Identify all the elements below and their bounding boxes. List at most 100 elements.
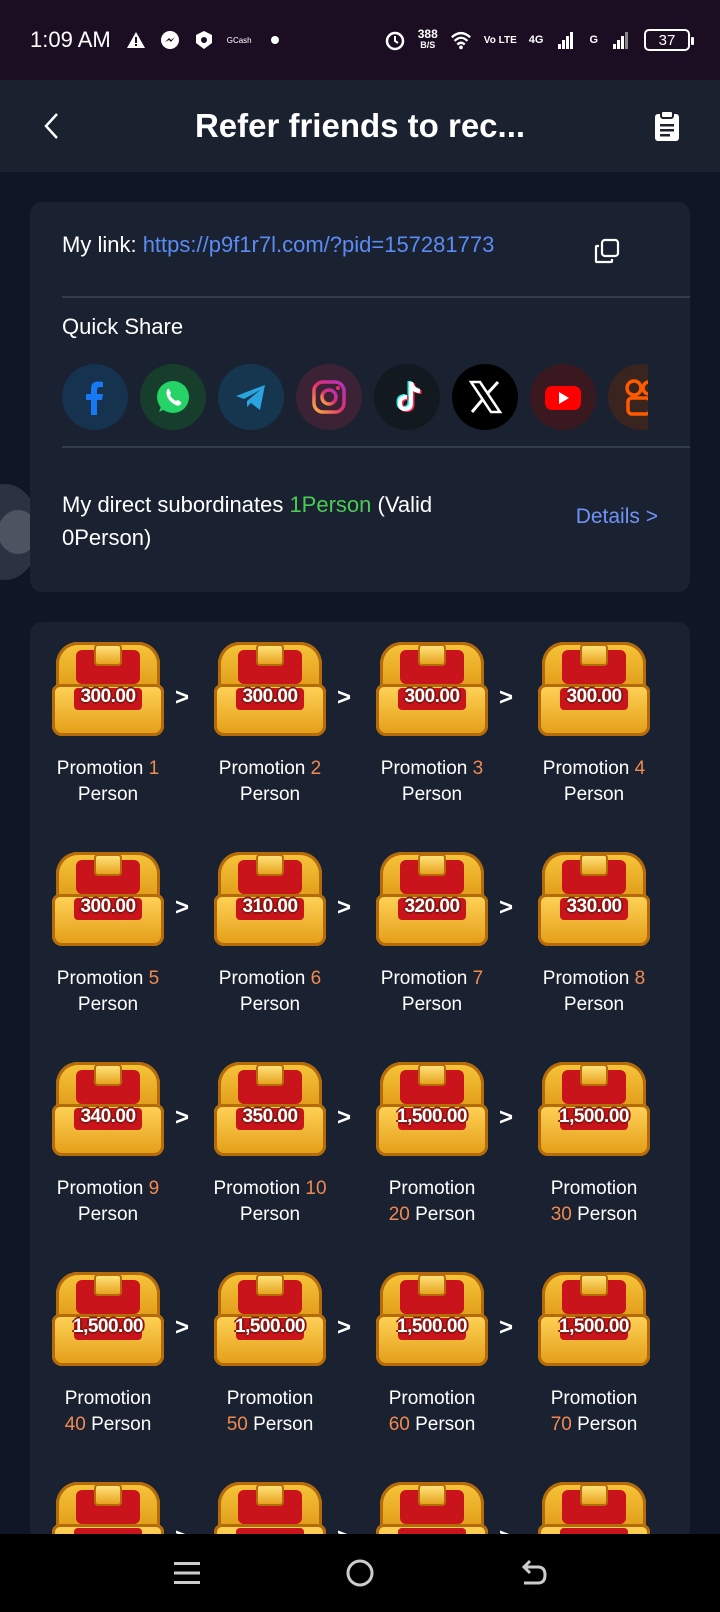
back-nav-button[interactable] — [513, 1553, 553, 1593]
reward-amount: 300.00 — [242, 686, 298, 707]
quick-share-label: Quick Share — [62, 314, 184, 339]
reward-tier: 1,500.00 Promotion 20 Person — [362, 1042, 502, 1228]
treasure-chest-icon: 1,500.00 — [376, 1272, 488, 1366]
back-arrow-icon — [522, 1559, 547, 1585]
share-tiktok-button[interactable] — [374, 364, 440, 430]
reward-person-count: 30 — [550, 1204, 572, 1225]
reward-tier: 1,500.00 Promotion 40 Person — [38, 1252, 178, 1438]
reward-amount: 1,500.00 — [73, 1316, 143, 1337]
reward-label: Promotion 10 Person — [213, 1178, 327, 1225]
reward-tier: 300.00 Promotion 2 Person — [200, 622, 340, 808]
clipboard-icon — [655, 110, 679, 141]
youtube-icon — [545, 386, 581, 410]
reward-tier: 1,500.00 Promotion 60 Person — [362, 1252, 502, 1438]
reward-person-count: 1 — [148, 758, 160, 779]
tier-separator: > — [337, 1104, 352, 1131]
reward-person-count: 7 — [472, 968, 484, 989]
reward-amount: 1,500.00 — [559, 1106, 629, 1127]
reward-person-count: 6 — [310, 968, 322, 989]
reward-tier: 1,500.00 Promotion 30 Person — [524, 1042, 664, 1228]
x-icon — [468, 380, 503, 414]
share-telegram-button[interactable] — [218, 364, 284, 430]
tier-separator: > — [499, 1104, 514, 1131]
reward-amount: 300.00 — [80, 896, 136, 917]
tier-separator: > — [499, 1314, 514, 1341]
reward-person-count: 70 — [550, 1414, 572, 1435]
invite-link-card: My link: https://p9f1r7l.com/?pid=157281… — [30, 202, 690, 592]
reward-label: Promotion 3 Person — [380, 758, 484, 805]
reward-row: > > > — [30, 1462, 690, 1542]
reward-person-count: 40 — [64, 1414, 86, 1435]
tier-separator: > — [175, 1314, 190, 1341]
tier-separator: > — [337, 894, 352, 921]
reward-amount: 350.00 — [242, 1106, 298, 1127]
copy-link-button[interactable] — [594, 238, 620, 264]
reward-person-count: 10 — [305, 1178, 327, 1199]
share-x-button[interactable] — [452, 364, 518, 430]
reward-tier: 300.00 Promotion 1 Person — [38, 622, 178, 808]
home-circle-icon — [346, 1559, 374, 1587]
reward-label: Promotion 20 Person — [388, 1178, 476, 1225]
treasure-chest-icon: 1,500.00 — [52, 1272, 164, 1366]
treasure-chest-icon — [538, 1482, 650, 1542]
tier-separator: > — [499, 894, 514, 921]
divider — [62, 296, 690, 298]
treasure-chest-icon: 1,500.00 — [214, 1272, 326, 1366]
recents-button[interactable] — [167, 1553, 207, 1593]
reward-tier — [200, 1462, 340, 1542]
reward-label: Promotion 9 Person — [56, 1178, 160, 1225]
reward-person-count: 3 — [472, 758, 484, 779]
tiktok-icon — [396, 381, 422, 412]
treasure-chest-icon — [214, 1482, 326, 1542]
share-youtube-button[interactable] — [530, 364, 596, 430]
treasure-chest-icon — [376, 1482, 488, 1542]
signal-icon — [555, 29, 577, 51]
reward-label: Promotion 60 Person — [388, 1388, 476, 1435]
reward-label: Promotion 40 Person — [64, 1388, 152, 1435]
reward-tier: 340.00 Promotion 9 Person — [38, 1042, 178, 1228]
details-link[interactable]: Details > — [576, 505, 658, 529]
reward-person-count: 8 — [634, 968, 646, 989]
treasure-chest-icon — [52, 1482, 164, 1542]
reward-tier: 300.00 Promotion 4 Person — [524, 622, 664, 808]
signal-icon-2 — [610, 29, 632, 51]
messenger-icon — [159, 29, 181, 51]
home-button[interactable] — [340, 1553, 380, 1593]
reward-person-count: 60 — [388, 1414, 410, 1435]
back-button[interactable] — [36, 108, 66, 144]
share-instagram-button[interactable] — [296, 364, 362, 430]
copy-icon — [594, 238, 620, 264]
app-header: Refer friends to rec... — [0, 80, 720, 172]
reward-label: Promotion 6 Person — [218, 968, 322, 1015]
chevron-left-icon — [44, 113, 58, 139]
share-whatsapp-button[interactable] — [140, 364, 206, 430]
reward-amount: 320.00 — [404, 896, 460, 917]
reward-tier: 320.00 Promotion 7 Person — [362, 832, 502, 1018]
reward-label: Promotion 70 Person — [550, 1388, 638, 1435]
menu-icon — [173, 1562, 200, 1584]
rewards-card: 300.00 Promotion 1 Person >300.00 Promotion … — [30, 622, 690, 1542]
reward-person-count: 4 — [634, 758, 646, 779]
reward-tier: 330.00 Promotion 8 Person — [524, 832, 664, 1018]
reward-label: Promotion 5 Person — [56, 968, 160, 1015]
shield-icon — [193, 29, 215, 51]
reward-tier — [38, 1462, 178, 1542]
share-kuaishou-button[interactable] — [608, 364, 648, 430]
rules-button[interactable] — [654, 110, 680, 142]
my-link-url[interactable]: https://p9f1r7l.com/?pid=157281773 — [143, 232, 495, 257]
share-facebook-button[interactable] — [62, 364, 128, 430]
volte-icon: Vo LTE — [483, 34, 517, 46]
treasure-chest-icon: 300.00 — [538, 642, 650, 736]
telegram-icon — [236, 385, 265, 410]
reward-tier: 350.00 Promotion 10 Person — [200, 1042, 340, 1228]
facebook-icon — [86, 381, 103, 415]
tier-separator: > — [175, 1104, 190, 1131]
status-time: 1:09 AM — [30, 27, 111, 52]
reward-label: Promotion 2 Person — [218, 758, 322, 805]
my-link-row: My link: https://p9f1r7l.com/?pid=157281… — [62, 232, 494, 258]
reward-row: 1,500.00 Promotion 40 Person >1,500.00 Promo… — [30, 1252, 690, 1468]
whatsapp-icon — [157, 381, 189, 413]
treasure-chest-icon: 340.00 — [52, 1062, 164, 1156]
reward-tier: 300.00 Promotion 5 Person — [38, 832, 178, 1018]
reward-amount: 1,500.00 — [397, 1316, 467, 1337]
